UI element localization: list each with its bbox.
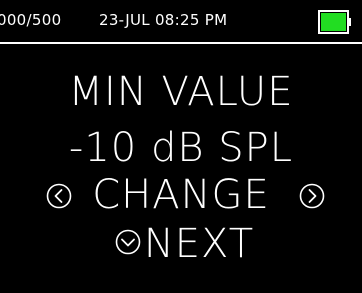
- battery-icon: [318, 10, 351, 34]
- chevron-right-circle-icon[interactable]: [299, 183, 325, 209]
- min-value-readout: -10 dB SPL: [68, 125, 294, 171]
- date-time: 23-JUL 08:25 PM: [99, 11, 228, 29]
- screen-title: MIN VALUE: [68, 69, 294, 115]
- next-label: NEXT: [143, 221, 255, 267]
- test-counter: 000/500: [0, 11, 62, 29]
- next-option[interactable]: NEXT: [0, 220, 362, 268]
- change-label: CHANGE: [92, 172, 270, 218]
- status-divider: [0, 42, 362, 44]
- status-bar: 000/500 23-JUL 08:25 PM: [0, 0, 362, 43]
